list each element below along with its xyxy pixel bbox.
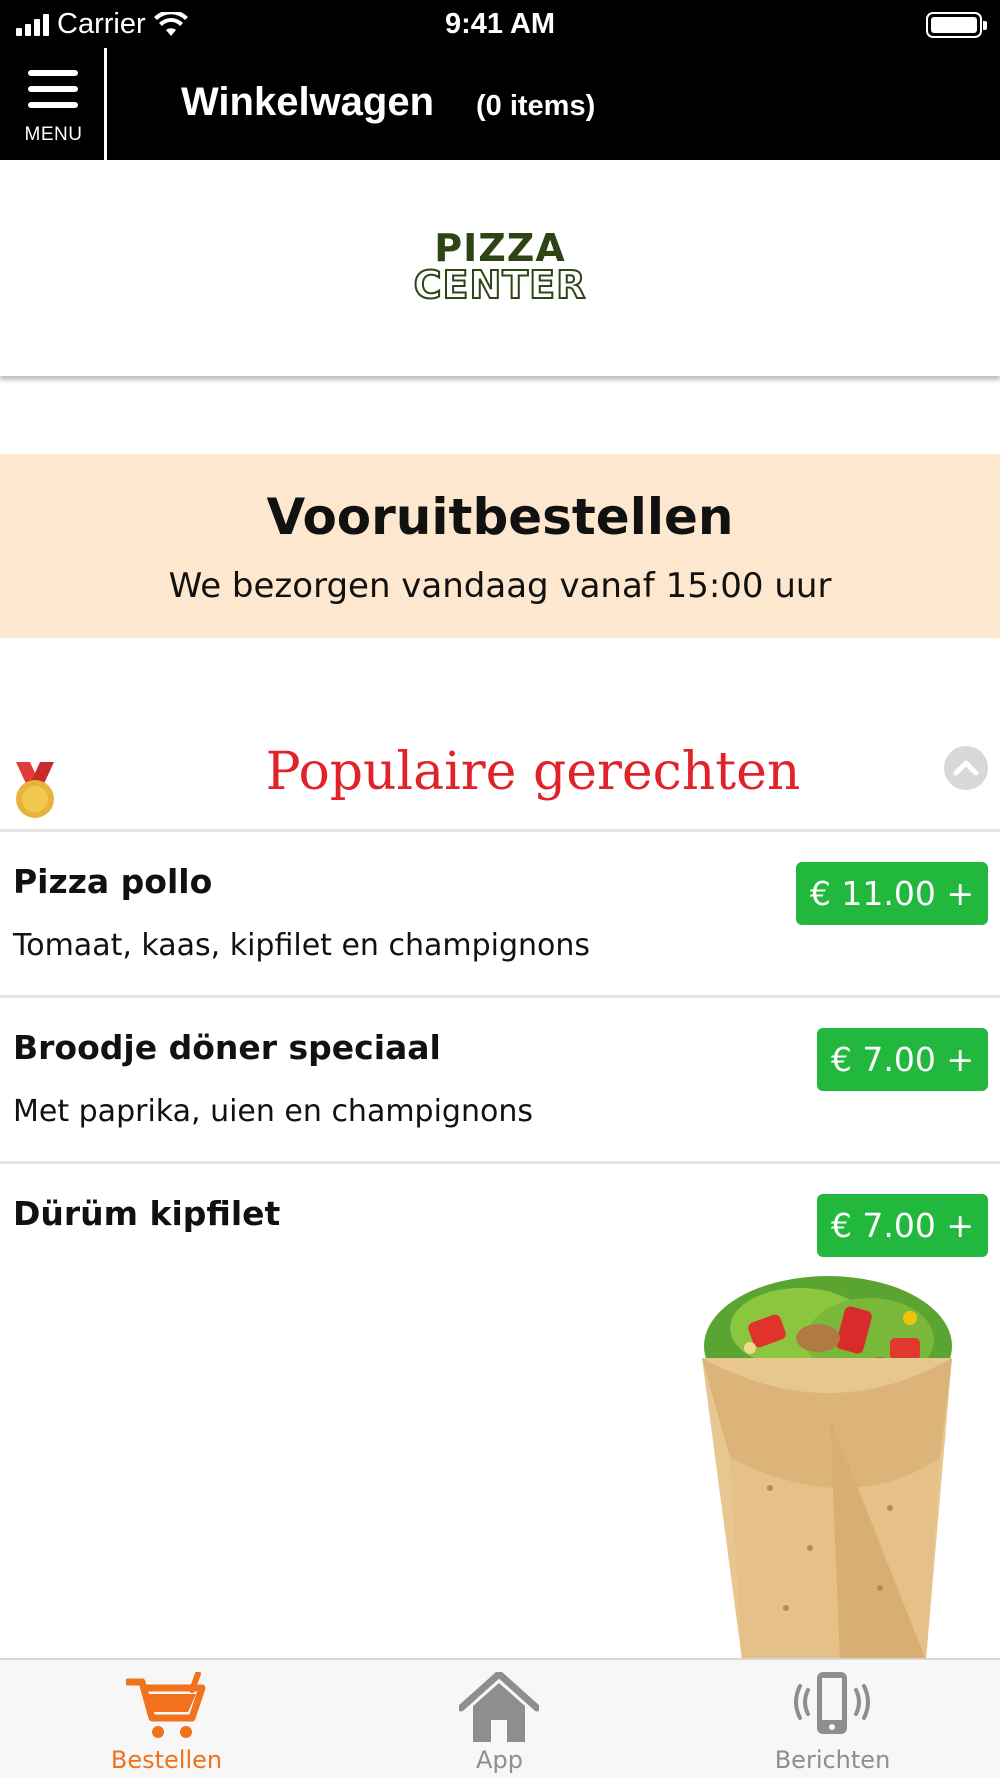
phone-vibrate-icon <box>794 1672 870 1734</box>
app-header: MENU Winkelwagen (0 items) <box>0 48 1000 160</box>
tab-berichten[interactable]: Berichten <box>666 1660 999 1778</box>
banner-title: Vooruitbestellen <box>266 488 734 546</box>
menu-item[interactable]: Pizza pollo Tomaat, kaas, kipfilet en ch… <box>0 832 1000 998</box>
item-name: Broodje döner speciaal <box>13 1028 441 1067</box>
section-header-popular[interactable]: Populaire gerechten <box>0 740 1000 832</box>
price-button[interactable]: € 7.00 + <box>816 1028 988 1091</box>
price-button[interactable]: € 11.00 + <box>795 862 988 925</box>
logo-area: PIZZA CENTER <box>0 160 1000 376</box>
tab-bestellen[interactable]: Bestellen <box>0 1660 333 1778</box>
hamburger-icon <box>28 70 78 108</box>
cart-item-count[interactable]: (0 items) <box>476 90 595 123</box>
chevron-up-icon <box>953 760 979 776</box>
tab-label: Berichten <box>774 1746 891 1774</box>
tab-app[interactable]: App <box>333 1660 666 1778</box>
menu-label: MENU <box>24 124 83 145</box>
item-name: Pizza pollo <box>13 862 213 901</box>
item-description: Met paprika, uien en champignons <box>13 1094 533 1129</box>
status-time: 9:41 AM <box>444 8 556 40</box>
pizza-center-logo: PIZZA CENTER <box>413 226 587 307</box>
tab-label: App <box>476 1746 523 1774</box>
battery-icon <box>926 12 987 38</box>
cart-title[interactable]: Winkelwagen <box>181 80 434 125</box>
cart-icon <box>126 1672 206 1738</box>
preorder-banner: Vooruitbestellen We bezorgen vandaag van… <box>0 454 1000 638</box>
menu-button[interactable]: MENU <box>0 48 107 160</box>
item-description: Tomaat, kaas, kipfilet en champignons <box>13 928 591 963</box>
durum-wrap-image <box>702 1276 952 1660</box>
status-bar: Carrier 9:41 AM <box>0 0 1000 48</box>
menu-item[interactable]: Broodje döner speciaal Met paprika, uien… <box>0 998 1000 1164</box>
collapse-button[interactable] <box>944 746 988 790</box>
tab-label: Bestellen <box>110 1746 223 1774</box>
item-name: Dürüm kipfilet <box>13 1194 281 1233</box>
section-title: Populaire gerechten <box>265 742 801 802</box>
banner-subtitle: We bezorgen vandaag vanaf 15:00 uur <box>168 566 832 606</box>
price-button[interactable]: € 7.00 + <box>816 1194 988 1257</box>
home-icon <box>459 1672 539 1742</box>
tab-bar: Bestellen App Berichten <box>0 1658 1000 1778</box>
